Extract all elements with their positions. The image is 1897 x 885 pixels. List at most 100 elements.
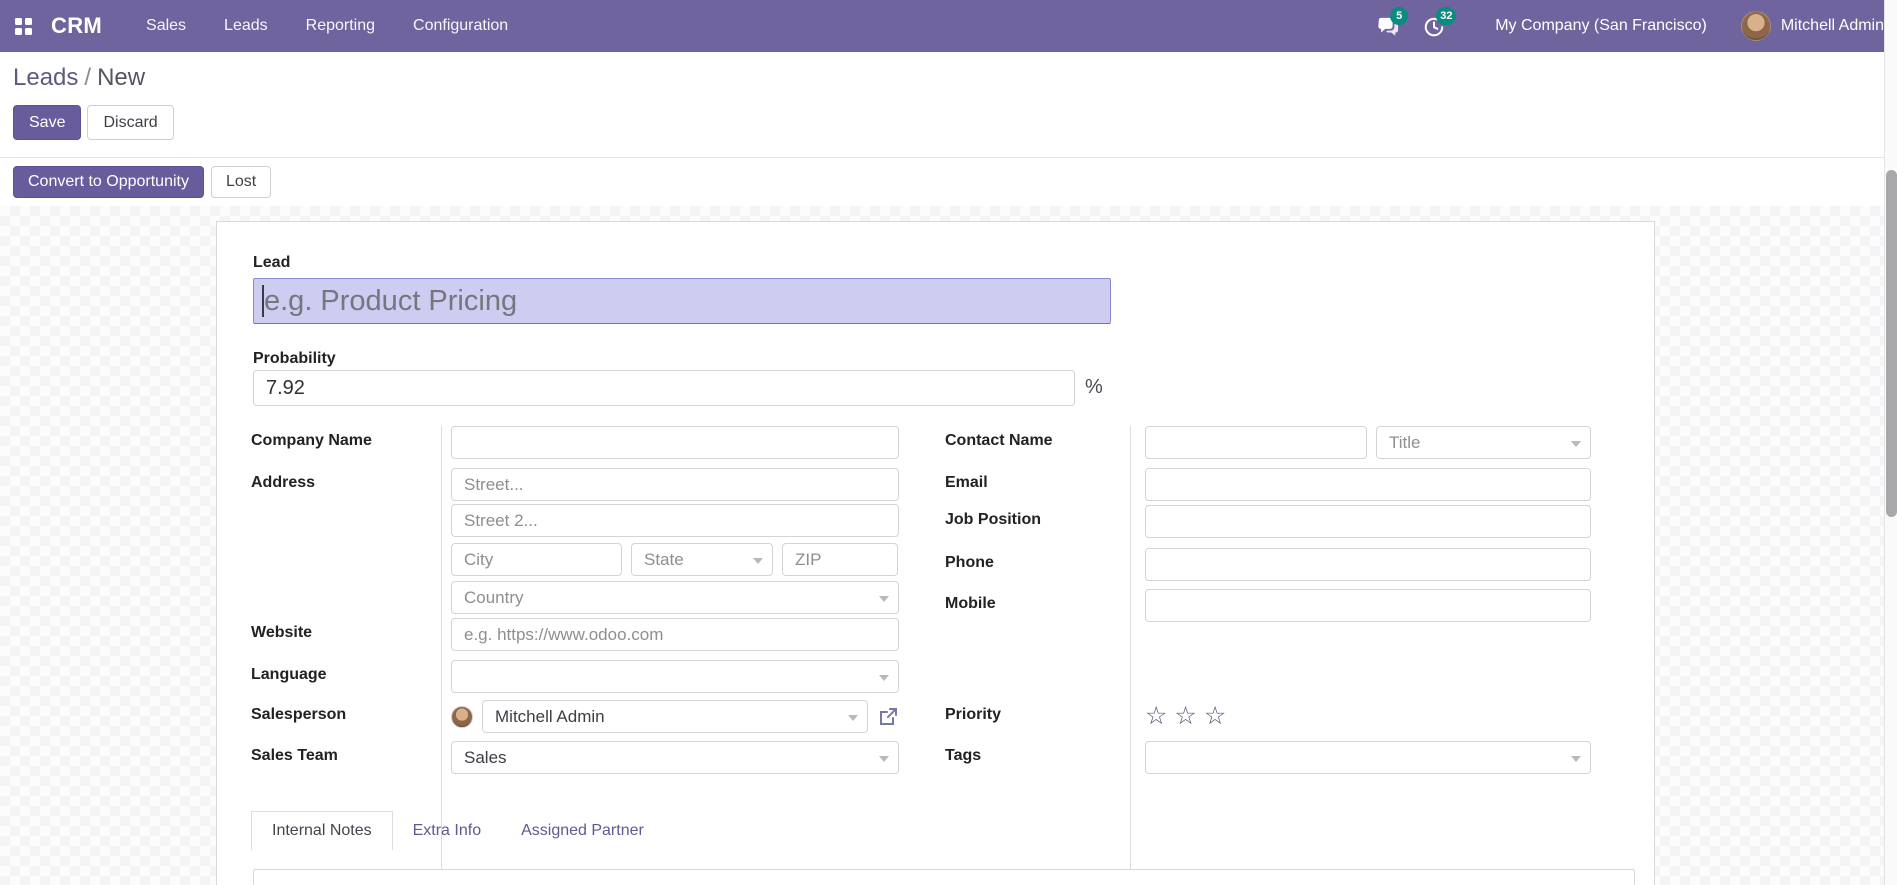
menu-configuration[interactable]: Configuration xyxy=(413,17,508,35)
priority-stars: ☆ ☆ ☆ xyxy=(1145,704,1226,729)
priority-star-icon[interactable]: ☆ xyxy=(1204,704,1226,729)
main-menu: Sales Leads Reporting Configuration xyxy=(146,17,508,35)
street-row: Address xyxy=(251,468,899,501)
control-panel: Leads / New Save Discard Convert to Opport… xyxy=(0,52,1884,206)
website-row: Website xyxy=(251,618,899,651)
notebook-tabs: Internal Notes Extra Info Assigned Partn… xyxy=(251,811,664,850)
zip-input[interactable] xyxy=(782,543,898,576)
language-label: Language xyxy=(251,666,327,683)
probability-label: Probability xyxy=(253,350,336,367)
job-position-input[interactable] xyxy=(1145,505,1591,538)
street2-row xyxy=(251,504,899,537)
lead-label: Lead xyxy=(253,254,291,271)
job-position-row: Job Position xyxy=(945,505,1591,538)
text-cursor xyxy=(262,285,264,317)
street2-input[interactable] xyxy=(451,504,899,537)
activities-badge: 32 xyxy=(1436,7,1457,25)
statusbar: Convert to Opportunity Lost xyxy=(0,158,1884,205)
chevron-down-icon xyxy=(879,674,889,681)
contact-name-label: Contact Name xyxy=(945,432,1053,449)
city-state-zip-row: State xyxy=(251,543,899,576)
contact-name-row: Contact Name Title xyxy=(945,426,1591,459)
convert-to-opportunity-button[interactable]: Convert to Opportunity xyxy=(13,166,204,198)
probability-suffix: % xyxy=(1085,376,1103,398)
contact-name-input[interactable] xyxy=(1145,426,1367,459)
user-name[interactable]: Mitchell Admin xyxy=(1781,17,1884,35)
phone-row: Phone xyxy=(945,548,1591,581)
menu-reporting[interactable]: Reporting xyxy=(306,17,375,35)
state-select[interactable]: State xyxy=(631,543,773,576)
city-input[interactable] xyxy=(451,543,622,576)
lead-name-input[interactable] xyxy=(253,278,1111,324)
phone-input[interactable] xyxy=(1145,548,1591,581)
tags-row: Tags xyxy=(945,741,1591,774)
sales-team-select[interactable]: Sales xyxy=(451,741,899,774)
language-row: Language xyxy=(251,660,899,693)
website-input[interactable] xyxy=(451,618,899,651)
chevron-down-icon xyxy=(1571,440,1581,447)
language-select[interactable] xyxy=(451,660,899,693)
chevron-down-icon xyxy=(753,557,763,564)
app-brand[interactable]: CRM xyxy=(51,13,102,39)
mobile-row: Mobile xyxy=(945,589,1591,622)
email-input[interactable] xyxy=(1145,468,1591,501)
priority-star-icon[interactable]: ☆ xyxy=(1145,704,1167,729)
crm-lead-form-screen: CRM Sales Leads Reporting Configuration … xyxy=(0,0,1897,885)
company-name-input[interactable] xyxy=(451,426,899,459)
scrollbar-thumb[interactable] xyxy=(1886,170,1897,517)
mobile-label: Mobile xyxy=(945,595,996,612)
email-row: Email xyxy=(945,468,1591,501)
user-avatar[interactable] xyxy=(1740,11,1771,41)
street-input[interactable] xyxy=(451,468,899,501)
chevron-down-icon xyxy=(848,714,858,721)
company-switcher[interactable]: My Company (San Francisco) xyxy=(1495,17,1707,35)
title-select[interactable]: Title xyxy=(1376,426,1591,459)
company-name-row: Company Name xyxy=(251,426,899,459)
chevron-down-icon xyxy=(879,755,889,762)
activities-icon[interactable]: 32 xyxy=(1423,7,1457,38)
breadcrumb-and-actions: Leads / New Save Discard xyxy=(0,52,1884,158)
priority-label: Priority xyxy=(945,706,1002,723)
job-position-label: Job Position xyxy=(945,511,1041,528)
discard-button[interactable]: Discard xyxy=(87,105,174,140)
tab-internal-notes[interactable]: Internal Notes xyxy=(251,811,393,850)
messages-badge: 5 xyxy=(1390,7,1409,25)
tags-label: Tags xyxy=(945,747,982,764)
salesperson-label: Salesperson xyxy=(251,706,347,723)
save-button[interactable]: Save xyxy=(13,105,82,140)
salesperson-select[interactable]: Mitchell Admin xyxy=(482,700,868,733)
sales-team-label: Sales Team xyxy=(251,747,338,764)
internal-notes-editor[interactable] xyxy=(253,869,1635,885)
tab-assigned-partner[interactable]: Assigned Partner xyxy=(501,811,664,850)
sales-team-row: Sales Team Sales xyxy=(251,741,899,774)
menu-sales[interactable]: Sales xyxy=(146,17,186,35)
apps-grid-icon[interactable] xyxy=(15,17,32,35)
tags-select[interactable] xyxy=(1145,741,1591,774)
priority-row: Priority ☆ ☆ ☆ xyxy=(945,700,1591,733)
record-actions: Save Discard xyxy=(13,105,1884,140)
website-label: Website xyxy=(251,624,313,641)
external-link-icon[interactable] xyxy=(877,706,899,728)
probability-input[interactable] xyxy=(253,370,1075,406)
email-label: Email xyxy=(945,474,988,491)
breadcrumb-separator: / xyxy=(84,64,92,91)
country-select[interactable]: Country xyxy=(451,581,899,614)
salesperson-avatar[interactable] xyxy=(451,705,473,728)
form-view-background: Lead Probability % Company Name Address xyxy=(0,206,1884,885)
lost-button[interactable]: Lost xyxy=(210,166,272,198)
messages-icon[interactable]: 5 xyxy=(1377,7,1409,38)
priority-star-icon[interactable]: ☆ xyxy=(1174,704,1196,729)
top-navbar: CRM Sales Leads Reporting Configuration … xyxy=(0,0,1884,52)
menu-leads[interactable]: Leads xyxy=(224,17,268,35)
mobile-input[interactable] xyxy=(1145,589,1591,622)
salesperson-row: Salesperson Mitchell Admin xyxy=(251,700,899,733)
tab-extra-info[interactable]: Extra Info xyxy=(393,811,501,850)
lead-name-wrap xyxy=(253,278,1111,324)
country-row: Country xyxy=(251,581,899,614)
phone-label: Phone xyxy=(945,554,994,571)
breadcrumb-current: New xyxy=(97,64,146,91)
breadcrumb-leads-link[interactable]: Leads xyxy=(13,64,78,91)
form-sheet: Lead Probability % Company Name Address xyxy=(216,221,1655,885)
navbar-right: 5 32 My Company (San Francisco) Mitchell… xyxy=(1355,7,1884,41)
page-scrollbar[interactable] xyxy=(1884,0,1897,885)
